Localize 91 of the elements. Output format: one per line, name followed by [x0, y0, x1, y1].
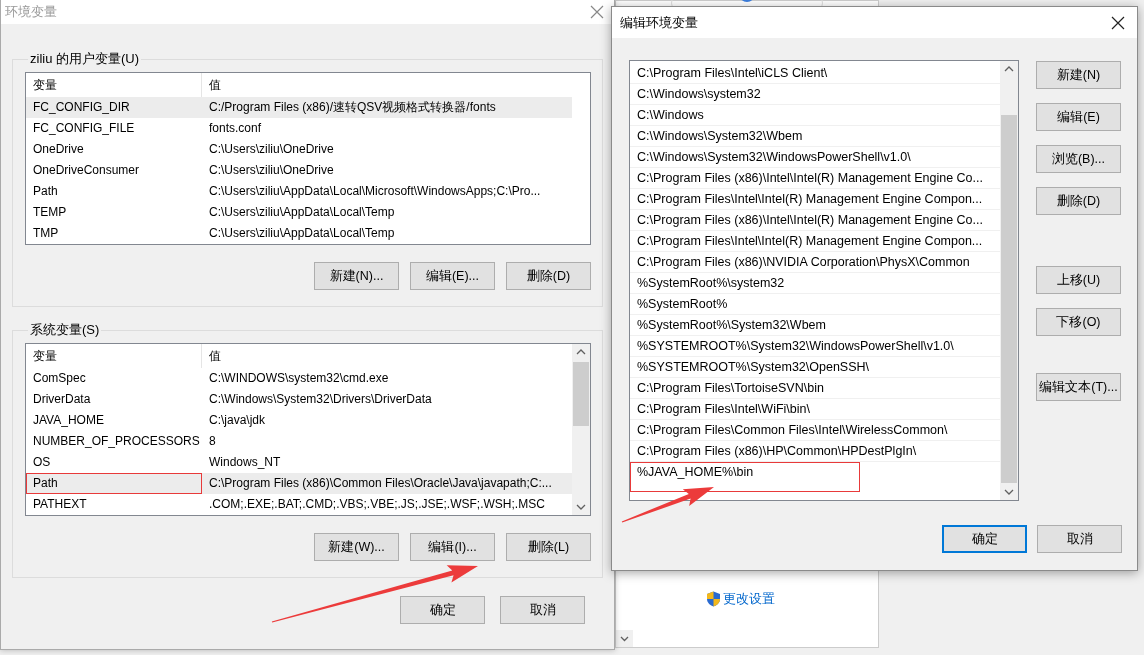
shield-icon [705, 591, 721, 607]
list-item[interactable]: %JAVA_HOME%\bin [630, 462, 860, 492]
list-item[interactable]: C:\Program Files\TortoiseSVN\bin [630, 378, 1000, 399]
table-cell-text: PATHEXT [32, 496, 88, 513]
table-cell-text: C:/Program Files (x86)/速转QSV视频格式转换器/fonts [208, 99, 496, 116]
table-row[interactable]: OneDrive C:\Users\ziliu\OneDrive [26, 139, 572, 160]
table-cell-text: Windows_NT [208, 454, 281, 471]
table-cell-text: C:\Users\ziliu\AppData\Local\Temp [208, 204, 395, 221]
column-header: 值 [208, 77, 222, 94]
table-row[interactable]: TEMP C:\Users\ziliu\AppData\Local\Temp [26, 202, 572, 223]
list-item[interactable]: C:\Program Files\Intel\Intel(R) Management Engine Compon... [630, 189, 1000, 210]
list-item[interactable]: %SystemRoot% [630, 294, 1000, 315]
list-item[interactable]: %SYSTEMROOT%\System32\WindowsPowerShell\v1.0\ [630, 336, 1000, 357]
list-item[interactable]: C:\Program Files (x86)\HP\Common\HPDestPlgIn\ [630, 441, 1000, 462]
table-row[interactable]: JAVA_HOME C:\java\jdk [26, 410, 572, 431]
table-row[interactable]: FC_CONFIG_DIR C:/Program Files (x86)/速转QSV视频格式转换器/fonts [26, 97, 572, 118]
list-item[interactable]: C:\Program Files\Intel\iCLS Client\ [630, 63, 1000, 84]
table-row[interactable]: Path C:\Users\ziliu\AppData\Local\Microsoft\WindowsApps;C:\Pro... [26, 181, 572, 202]
list-item[interactable]: C:\Program Files (x86)\Intel\Intel(R) Management Engine Co... [630, 210, 1000, 231]
table-cell-text: ComSpec [32, 370, 87, 387]
dialog-button[interactable]: 新建(W)... [314, 533, 399, 561]
change-settings-link[interactable]: 更改设置 [722, 590, 775, 608]
table-cell-text: Path [32, 183, 59, 200]
window-title: 编辑环境变量 [620, 13, 699, 32]
scrollbar[interactable] [572, 344, 590, 515]
table-cell-text: OneDriveConsumer [32, 162, 141, 179]
table-row[interactable]: TMP C:\Users\ziliu\AppData\Local\Temp [26, 223, 572, 244]
table-row[interactable]: PATHEXT .COM;.EXE;.BAT;.CMD;.VBS;.VBE;.JS;.JSE;.WSF;.WSH;.MSC [26, 494, 572, 515]
window-title: 环境变量 [5, 3, 58, 21]
dialog-button[interactable]: 新建(N)... [314, 262, 399, 290]
dialog-button[interactable]: 下移(O) [1036, 308, 1121, 336]
dialog-button[interactable]: 新建(N) [1036, 61, 1121, 89]
list-item[interactable]: C:\Program Files\Common Files\Intel\WirelessCommon\ [630, 420, 1000, 441]
table-cell-text: C:\Users\ziliu\OneDrive [208, 162, 334, 179]
table-row[interactable]: Path C:\Program Files (x86)\Common Files\Oracle\Java\javapath;C:... [26, 473, 572, 494]
table-row[interactable]: FC_CONFIG_FILE fonts.conf [26, 118, 572, 139]
dialog-button[interactable]: 删除(L) [506, 533, 591, 561]
dialog-button[interactable]: 编辑(E)... [410, 262, 495, 290]
table-cell-text: OS [32, 454, 52, 471]
dialog-button[interactable]: 浏览(B)... [1036, 145, 1121, 173]
scrollbar[interactable] [1000, 61, 1018, 500]
table-row[interactable]: DriverData C:\Windows\System32\Drivers\DriverData [26, 389, 572, 410]
table-row[interactable]: OneDriveConsumer C:\Users\ziliu\OneDrive [26, 160, 572, 181]
table-cell-text: C:\Users\ziliu\AppData\Local\Temp [208, 225, 395, 242]
table-cell-text: fonts.conf [208, 120, 262, 137]
table-row[interactable]: NUMBER_OF_PROCESSORS 8 [26, 431, 572, 452]
list-item[interactable]: C:\Windows [630, 105, 1000, 126]
table-cell-text: 8 [208, 433, 216, 450]
dialog-button[interactable]: 编辑文本(T)... [1036, 373, 1121, 401]
table-cell: Path [26, 473, 202, 494]
table-cell-text: C:\WINDOWS\system32\cmd.exe [208, 370, 389, 387]
dialog-button[interactable]: 编辑(I)... [410, 533, 495, 561]
table-cell-text: JAVA_HOME [32, 412, 105, 429]
list-item[interactable]: C:\Windows\system32 [630, 84, 1000, 105]
list-item[interactable]: %SystemRoot%\system32 [630, 273, 1000, 294]
dialog-button[interactable]: 编辑(E) [1036, 103, 1121, 131]
dialog-button[interactable]: 取消 [1037, 525, 1122, 553]
dialog-button[interactable]: 上移(U) [1036, 266, 1121, 294]
table-cell-text: C:\Users\ziliu\AppData\Local\Microsoft\WindowsApps;C:\Pro... [208, 183, 541, 200]
list-item[interactable]: %SYSTEMROOT%\System32\OpenSSH\ [630, 357, 1000, 378]
table-cell-text: DriverData [32, 391, 92, 408]
table-cell-text: FC_CONFIG_DIR [32, 99, 131, 116]
table-cell-text: TEMP [32, 204, 68, 221]
column-header: 值 [208, 348, 222, 365]
list-item[interactable]: %SystemRoot%\System32\Wbem [630, 315, 1000, 336]
list-item[interactable]: C:\Program Files\Intel\WiFi\bin\ [630, 399, 1000, 420]
table-cell-text: TMP [32, 225, 60, 242]
table-row[interactable]: ComSpec C:\WINDOWS\system32\cmd.exe [26, 368, 572, 389]
table-row[interactable]: OS Windows_NT [26, 452, 572, 473]
list-item[interactable]: C:\Program Files (x86)\NVIDIA Corporation\PhysX\Common [630, 252, 1000, 273]
table-cell-text: OneDrive [32, 141, 85, 158]
table-cell-text: C:\Windows\System32\Drivers\DriverData [208, 391, 432, 408]
list-item[interactable]: C:\Program Files\Intel\Intel(R) Management Engine Compon... [630, 231, 1000, 252]
group-label: 系统变量(S) [29, 321, 101, 339]
table-cell-text: .COM;.EXE;.BAT;.CMD;.VBS;.VBE;.JS;.JSE;.WSF;.WSH;.MSC [208, 496, 545, 513]
table-cell-text: C:\java\jdk [208, 412, 266, 429]
dialog-button[interactable]: 删除(D) [506, 262, 591, 290]
list-item[interactable]: C:\Program Files (x86)\Intel\Intel(R) Management Engine Co... [630, 168, 1000, 189]
table-cell-text: NUMBER_OF_PROCESSORS [32, 433, 201, 450]
close-icon[interactable] [1111, 15, 1125, 30]
dialog-button[interactable]: 确定 [942, 525, 1027, 553]
column-header: 变量 [26, 344, 202, 368]
group-label: ziliu 的用户变量(U) [29, 50, 141, 68]
list-item[interactable]: C:\Windows\System32\WindowsPowerShell\v1.0\ [630, 147, 1000, 168]
list-item[interactable]: C:\Windows\System32\Wbem [630, 126, 1000, 147]
dialog-button[interactable]: 取消 [500, 596, 585, 624]
dialog-button[interactable]: 确定 [400, 596, 485, 624]
table-cell-text: C:\Program Files (x86)\Common Files\Oracle\Java\javapath;C:... [208, 475, 552, 492]
table-cell-text: FC_CONFIG_FILE [32, 120, 136, 137]
table-cell-text: C:\Users\ziliu\OneDrive [208, 141, 334, 158]
dialog-button[interactable]: 删除(D) [1036, 187, 1121, 215]
